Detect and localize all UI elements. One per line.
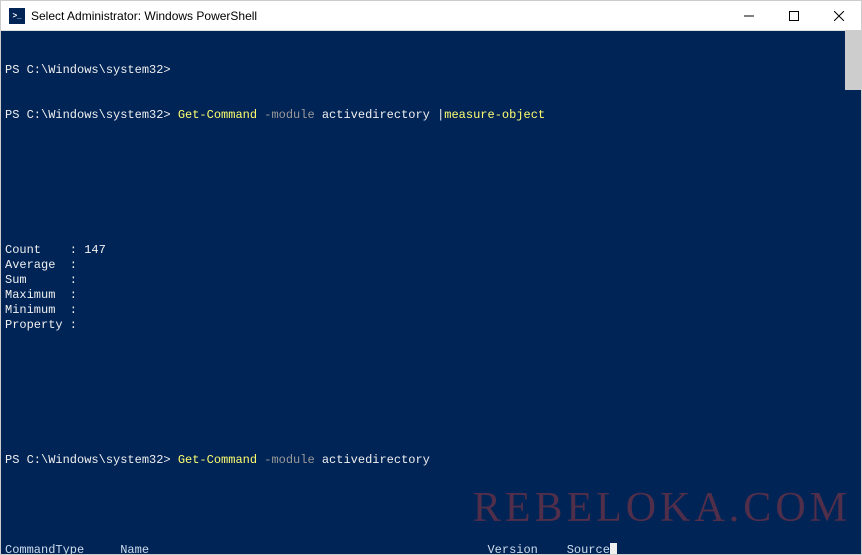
- titlebar[interactable]: >_ Select Administrator: Windows PowerSh…: [1, 1, 861, 31]
- cmd-flag: -module: [257, 453, 322, 467]
- stat-line: Average :: [5, 258, 857, 273]
- powershell-icon: >_: [9, 8, 25, 24]
- ps-prompt: PS C:\Windows\system32>: [5, 108, 178, 122]
- cmd-get-command: Get-Command: [178, 108, 257, 122]
- cmd-arg: activedirectory |: [322, 108, 444, 122]
- prompt-line-2: PS C:\Windows\system32> Get-Command -mod…: [5, 108, 857, 123]
- blank-line: [5, 498, 857, 513]
- prompt-line-1: PS C:\Windows\system32>: [5, 63, 857, 78]
- stat-line: Property :: [5, 318, 857, 333]
- powershell-window: >_ Select Administrator: Windows PowerSh…: [0, 0, 862, 555]
- window-controls: [726, 1, 861, 30]
- stat-line: Minimum :: [5, 303, 857, 318]
- ps-prompt: PS C:\Windows\system32>: [5, 63, 178, 77]
- blank-line: [5, 408, 857, 423]
- blank-line: [5, 198, 857, 213]
- cmd-arg: activedirectory: [322, 453, 430, 467]
- window-title: Select Administrator: Windows PowerShell: [31, 9, 726, 23]
- close-button[interactable]: [816, 1, 861, 30]
- ps-prompt: PS C:\Windows\system32>: [5, 453, 178, 467]
- cmd-flag: -module: [257, 108, 322, 122]
- cmd-measure: measure-object: [444, 108, 545, 122]
- blank-line: [5, 153, 857, 168]
- scrollbar-thumb[interactable]: [845, 30, 862, 90]
- prompt-line-3: PS C:\Windows\system32> Get-Command -mod…: [5, 453, 857, 468]
- maximize-button[interactable]: [771, 1, 816, 30]
- stat-line: Count : 147: [5, 243, 857, 258]
- cmd-get-command: Get-Command: [178, 453, 257, 467]
- blank-line: [5, 363, 857, 378]
- table-headers: CommandType Name Version Source: [5, 543, 857, 554]
- text-cursor: [610, 543, 617, 554]
- stat-line: Maximum :: [5, 288, 857, 303]
- terminal-pane[interactable]: PS C:\Windows\system32> PS C:\Windows\sy…: [1, 31, 861, 554]
- stat-line: Sum :: [5, 273, 857, 288]
- minimize-button[interactable]: [726, 1, 771, 30]
